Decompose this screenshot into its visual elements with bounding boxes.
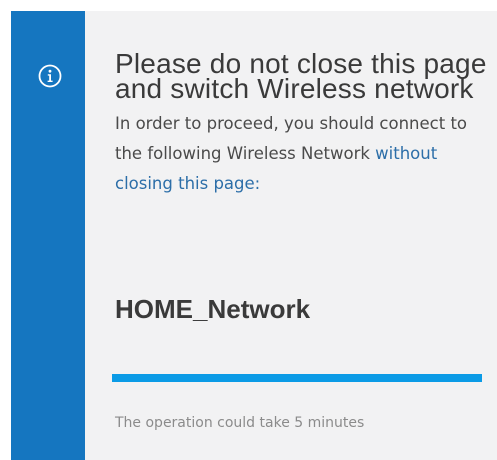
network-name: HOME_Network [115, 294, 311, 324]
operation-duration-note: The operation could take 5 minutes [115, 415, 365, 431]
progress-bar [112, 374, 482, 382]
dialog-description: In order to proceed, you should connect … [115, 109, 491, 199]
network-switch-dialog: Please do not close this page and switch… [11, 11, 497, 460]
dialog-title: Please do not close this page and switch… [115, 48, 487, 104]
dialog-content: Please do not close this page and switch… [115, 48, 491, 199]
accent-side-bar [11, 11, 85, 460]
progress-fill [112, 374, 482, 382]
info-icon [38, 64, 62, 88]
